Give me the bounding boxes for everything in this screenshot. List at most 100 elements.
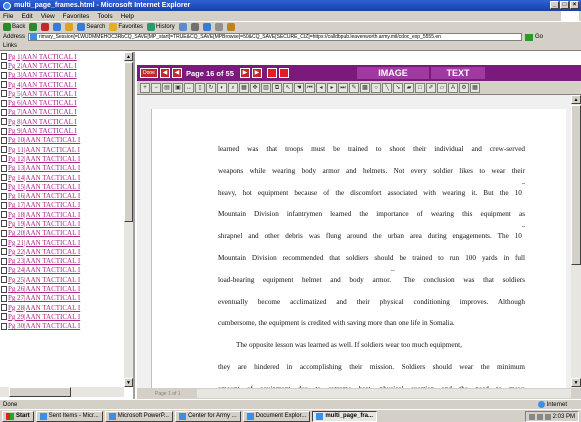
taskbar-button[interactable]: Center for Army ... xyxy=(174,410,241,422)
red-tool-icon-1[interactable] xyxy=(266,68,277,78)
red-tool-icon-2[interactable] xyxy=(278,68,289,78)
scroll-up-arrow-icon[interactable]: ▲ xyxy=(124,52,133,61)
invert-icon[interactable]: ◐ xyxy=(217,82,227,93)
grid-icon[interactable]: ▦ xyxy=(470,82,480,93)
menu-help[interactable]: Help xyxy=(121,13,134,20)
history-button[interactable]: History xyxy=(147,23,175,31)
taskbar-button[interactable]: Document Explor... xyxy=(242,410,311,422)
zoom-in-icon[interactable]: + xyxy=(140,82,150,93)
doc-scroll-up-icon[interactable]: ▲ xyxy=(571,95,581,104)
line-icon[interactable]: ╲ xyxy=(382,82,392,93)
taskbar-button[interactable]: Microsoft PowerP... xyxy=(104,410,173,422)
address-input[interactable]: rimary_Session[=LWUDMMEHOC3RbCQ_SAVE[MP_… xyxy=(28,33,523,41)
close-button[interactable]: × xyxy=(570,1,579,9)
page-list-item[interactable]: Pg 16|AAN TACTICAL I xyxy=(0,191,124,200)
first-page-icon[interactable]: ◀ xyxy=(159,68,170,78)
page-list-item[interactable]: Pg 25|AAN TACTICAL I xyxy=(0,275,124,284)
minimize-button[interactable]: _ xyxy=(550,1,559,9)
favorites-button[interactable]: Favorites xyxy=(109,23,143,31)
edit-icon[interactable] xyxy=(202,23,211,31)
page-list-item[interactable]: Pg 10|AAN TACTICAL I xyxy=(0,136,124,145)
save-icon[interactable]: ▣ xyxy=(173,82,183,93)
stamp-icon[interactable]: ▩ xyxy=(360,82,370,93)
select-icon[interactable]: ▦ xyxy=(239,82,249,93)
fit-page-icon[interactable]: ▯ xyxy=(195,82,205,93)
page-list-item[interactable]: Pg 13|AAN TACTICAL I xyxy=(0,164,124,173)
text-tool-icon[interactable]: A xyxy=(448,82,458,93)
menu-file[interactable]: File xyxy=(3,13,13,20)
page-list-item[interactable]: Pg 3|AAN TACTICAL I xyxy=(0,71,124,80)
zoom-out-icon[interactable]: − xyxy=(151,82,161,93)
text-tab[interactable]: TEXT xyxy=(431,67,485,79)
menu-favorites[interactable]: Favorites xyxy=(63,13,90,20)
pen-icon[interactable]: ✐ xyxy=(426,82,436,93)
forward-icon[interactable]: ▸ xyxy=(327,82,337,93)
search-button[interactable]: Search xyxy=(77,23,105,31)
go-button[interactable]: Go xyxy=(525,33,543,41)
page-list-item[interactable]: Pg 30|AAN TACTICAL I xyxy=(0,322,124,331)
back-button[interactable]: Back xyxy=(3,23,25,31)
maximize-button[interactable]: □ xyxy=(560,1,569,9)
page-list-item[interactable]: Pg 21|AAN TACTICAL I xyxy=(0,238,124,247)
page-list-item[interactable]: Pg 5|AAN TACTICAL I xyxy=(0,89,124,98)
hand-icon[interactable]: ☚ xyxy=(294,82,304,93)
page-list-item[interactable]: Pg 23|AAN TACTICAL I xyxy=(0,257,124,266)
scroll-thumb[interactable] xyxy=(124,62,133,222)
eraser-icon[interactable]: ▱ xyxy=(437,82,447,93)
page-list-item[interactable]: Pg 26|AAN TACTICAL I xyxy=(0,284,124,293)
messenger-icon[interactable] xyxy=(226,23,235,31)
page-list-item[interactable]: Pg 7|AAN TACTICAL I xyxy=(0,108,124,117)
forward-button[interactable] xyxy=(29,23,38,31)
rotate-icon[interactable]: ↻ xyxy=(206,82,216,93)
back-icon[interactable]: ◂ xyxy=(316,82,326,93)
stop-icon[interactable] xyxy=(41,23,50,31)
doc-hscrollbar[interactable] xyxy=(197,389,571,398)
doc-scroll-down-icon[interactable]: ▼ xyxy=(571,378,581,387)
last-page-icon[interactable]: ▶ xyxy=(251,68,262,78)
page-list-scrollbar[interactable]: ▲ ▼ xyxy=(124,52,133,387)
settings-icon[interactable]: ⚙ xyxy=(459,82,469,93)
pointer-icon[interactable]: ↖ xyxy=(283,82,293,93)
pan-icon[interactable]: ✥ xyxy=(250,82,260,93)
fit-width-icon[interactable]: ↔ xyxy=(184,82,194,93)
page-list-item[interactable]: Pg 27|AAN TACTICAL I xyxy=(0,294,124,303)
page-list-item[interactable]: Pg 1|AAN TACTICAL I xyxy=(0,52,124,61)
page-list-item[interactable]: Pg 9|AAN TACTICAL I xyxy=(0,126,124,135)
page-list-item[interactable]: Pg 19|AAN TACTICAL I xyxy=(0,219,124,228)
magnify-icon[interactable]: ⌕ xyxy=(228,82,238,93)
discuss-icon[interactable] xyxy=(214,23,223,31)
doc-scroll-thumb[interactable] xyxy=(571,105,581,265)
page-list-item[interactable]: Pg 8|AAN TACTICAL I xyxy=(0,117,124,126)
page-list-item[interactable]: Pg 12|AAN TACTICAL I xyxy=(0,154,124,163)
refresh-icon[interactable] xyxy=(53,23,62,31)
page-list-item[interactable]: Pg 11|AAN TACTICAL I xyxy=(0,145,124,154)
taskbar-button[interactable]: multi_page_fra... xyxy=(312,410,378,422)
image-tab[interactable]: IMAGE xyxy=(357,67,429,79)
page-list-item[interactable]: Pg 17|AAN TACTICAL I xyxy=(0,201,124,210)
tray-icon[interactable] xyxy=(528,413,535,420)
page-list-hscrollbar[interactable] xyxy=(0,387,124,397)
last-icon[interactable]: ⏭ xyxy=(338,82,348,93)
start-button[interactable]: Start xyxy=(2,410,34,422)
links-bar[interactable]: Links xyxy=(0,42,581,51)
page-list-item[interactable]: Pg 28|AAN TACTICAL I xyxy=(0,303,124,312)
arrow-icon[interactable]: ➘ xyxy=(393,82,403,93)
annotate-icon[interactable]: ✎ xyxy=(349,82,359,93)
page-list-item[interactable]: Pg 20|AAN TACTICAL I xyxy=(0,229,124,238)
page-list-item[interactable]: Pg 2|AAN TACTICAL I xyxy=(0,61,124,70)
first-icon[interactable]: ⏮ xyxy=(305,82,315,93)
thumbnail-icon[interactable]: ▥ xyxy=(261,82,271,93)
highlight-icon[interactable]: ▰ xyxy=(404,82,414,93)
print-icon[interactable] xyxy=(190,23,199,31)
scroll-down-arrow-icon[interactable]: ▼ xyxy=(124,378,133,387)
menu-tools[interactable]: Tools xyxy=(97,13,112,20)
page-list-item[interactable]: Pg 14|AAN TACTICAL I xyxy=(0,173,124,182)
page-list-item[interactable]: Pg 15|AAN TACTICAL I xyxy=(0,182,124,191)
document-scrollbar[interactable]: ▲ ▼ xyxy=(571,95,581,388)
hscroll-thumb[interactable] xyxy=(9,387,71,397)
menu-edit[interactable]: Edit xyxy=(21,13,32,20)
tray-icon[interactable] xyxy=(536,413,543,420)
menu-view[interactable]: View xyxy=(41,13,55,20)
page-list-item[interactable]: Pg 24|AAN TACTICAL I xyxy=(0,266,124,275)
rectangle-icon[interactable]: □ xyxy=(415,82,425,93)
